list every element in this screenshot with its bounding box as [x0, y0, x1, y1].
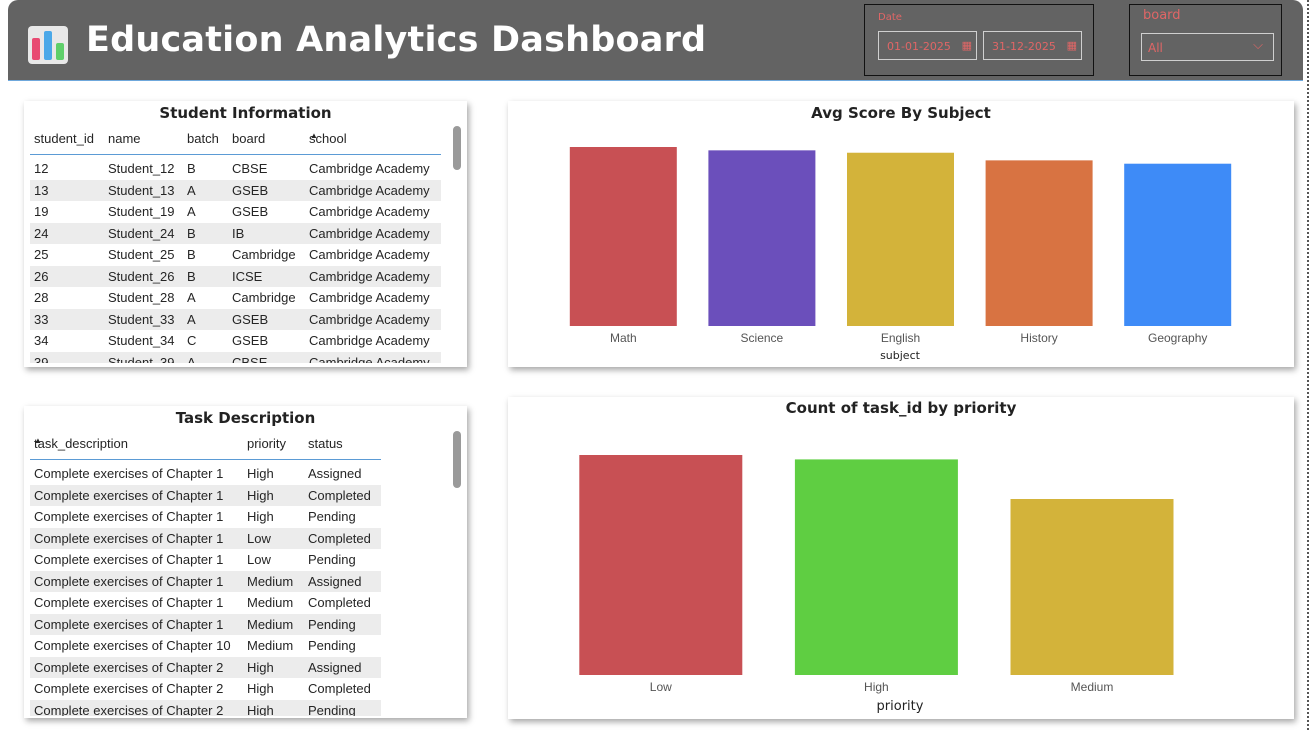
column-header-status[interactable]: status: [308, 436, 343, 451]
table-row[interactable]: Complete exercises of Chapter 1 Low Comp…: [30, 527, 381, 549]
board-selected-value: All: [1148, 41, 1163, 55]
student-table: student_id name batch board school ▲ 12 …: [30, 125, 441, 363]
x-tick-label: Geography: [1148, 331, 1208, 345]
table-row[interactable]: 33 Student_33 A GSEB Cambridge Academy: [30, 308, 441, 330]
bar-medium[interactable]: [1010, 499, 1174, 675]
student-information-card: Student Information student_id name batc…: [24, 101, 467, 367]
table-row[interactable]: 12 Student_12 B CBSE Cambridge Academy: [30, 158, 441, 180]
table-row[interactable]: 28 Student_28 A Cambridge Cambridge Acad…: [30, 287, 441, 309]
bar-science[interactable]: [708, 150, 816, 326]
table-row[interactable]: Complete exercises of Chapter 1 High Com…: [30, 484, 381, 506]
count-by-priority-chart: Count of task_id by priority Low High Medi…: [508, 397, 1294, 719]
priority-bars: [579, 455, 1174, 675]
board-slicer-label: board: [1143, 8, 1181, 23]
table-row[interactable]: Complete exercises of Chapter 1 Medium C…: [30, 592, 381, 614]
chevron-down-icon[interactable]: ⌵: [1253, 38, 1263, 53]
column-header-board[interactable]: board: [232, 131, 265, 146]
table-row[interactable]: Complete exercises of Chapter 1 High Pen…: [30, 506, 381, 528]
board-dropdown[interactable]: All ⌵: [1141, 33, 1274, 61]
table-header: student_id name batch board school ▲: [30, 125, 441, 155]
table-row[interactable]: Complete exercises of Chapter 1 High Ass…: [30, 463, 381, 485]
table-row[interactable]: Complete exercises of Chapter 10 Medium …: [30, 635, 381, 657]
start-date-value: 01-01-2025: [887, 40, 951, 53]
x-axis-title: subject: [880, 349, 920, 362]
table-row[interactable]: Complete exercises of Chapter 1 Medium A…: [30, 570, 381, 592]
avg-score-by-subject-chart: Avg Score By Subject Math Science English H…: [508, 101, 1294, 367]
vertical-scrollbar[interactable]: [453, 126, 461, 170]
bar-english[interactable]: [847, 152, 954, 326]
student-table-body: 12 Student_12 B CBSE Cambridge Academy 1…: [30, 158, 441, 363]
task-description-card: Task Description task_description ▲ prio…: [24, 406, 467, 718]
date-slicer-label: Date: [878, 12, 902, 23]
task-table-title: Task Description: [175, 409, 316, 427]
x-tick-label: Medium: [1070, 680, 1114, 694]
column-header-priority[interactable]: priority: [247, 436, 286, 451]
x-tick-label: English: [880, 331, 921, 345]
date-slicer[interactable]: Date 01-01-2025 ▦ 31-12-2025 ▦: [864, 4, 1094, 76]
avg-score-bars: [569, 147, 1232, 326]
end-date-value: 31-12-2025: [992, 40, 1056, 53]
task-table: task_description ▲ priority status Compl…: [30, 430, 381, 716]
student-table-title: Student Information: [159, 104, 332, 122]
bar-low[interactable]: [579, 455, 743, 675]
page-edge-border: [1307, 0, 1309, 732]
table-row[interactable]: Complete exercises of Chapter 1 Medium P…: [30, 613, 381, 635]
x-tick-label: History: [1020, 331, 1058, 345]
start-date-input[interactable]: 01-01-2025 ▦: [878, 31, 977, 60]
table-row[interactable]: 39 Student_39 A CBSE Cambridge Academy: [30, 351, 441, 363]
column-header-name[interactable]: name: [108, 131, 141, 146]
x-tick-label: Math: [609, 331, 637, 345]
table-row[interactable]: 34 Student_34 C GSEB Cambridge Academy: [30, 330, 441, 352]
bar-history[interactable]: [985, 160, 1093, 326]
table-row[interactable]: 19 Student_19 A GSEB Cambridge Academy: [30, 201, 441, 223]
table-header: task_description ▲ priority status: [30, 430, 381, 460]
sort-ascending-icon[interactable]: ▲: [34, 436, 42, 445]
table-row[interactable]: Complete exercises of Chapter 1 Low Pend…: [30, 549, 381, 571]
bar-chart-icon: [28, 26, 68, 64]
end-date-input[interactable]: 31-12-2025 ▦: [983, 31, 1082, 60]
bar-geography[interactable]: [1124, 163, 1232, 326]
table-row[interactable]: Complete exercises of Chapter 2 High Ass…: [30, 656, 381, 678]
calendar-icon[interactable]: ▦: [1067, 39, 1077, 52]
table-row[interactable]: 13 Student_13 A GSEB Cambridge Academy: [30, 179, 441, 201]
table-row[interactable]: Complete exercises of Chapter 2 High Com…: [30, 678, 381, 700]
dashboard-header: Education Analytics Dashboard Date 01-01…: [8, 0, 1303, 81]
board-slicer[interactable]: board All ⌵: [1129, 4, 1282, 76]
sort-ascending-icon[interactable]: ▲: [310, 131, 318, 140]
bar-high[interactable]: [794, 459, 958, 675]
vertical-scrollbar[interactable]: [453, 431, 461, 488]
column-header-batch[interactable]: batch: [187, 131, 219, 146]
task-table-body: Complete exercises of Chapter 1 High Ass…: [30, 463, 381, 716]
x-tick-label: Low: [649, 680, 672, 694]
x-tick-label: Science: [740, 331, 784, 345]
calendar-icon[interactable]: ▦: [962, 39, 972, 52]
bar-math[interactable]: [569, 147, 677, 326]
x-tick-label: High: [864, 680, 889, 694]
x-axis-title: priority: [876, 699, 924, 714]
page-title: Education Analytics Dashboard: [86, 20, 707, 60]
table-row[interactable]: 26 Student_26 B ICSE Cambridge Academy: [30, 265, 441, 287]
table-row[interactable]: 24 Student_24 B IB Cambridge Academy: [30, 222, 441, 244]
column-header-student-id[interactable]: student_id: [34, 131, 94, 146]
table-row[interactable]: 25 Student_25 B Cambridge Cambridge Acad…: [30, 244, 441, 266]
column-header-task-description[interactable]: task_description: [34, 436, 128, 451]
table-row[interactable]: Complete exercises of Chapter 2 High Pen…: [30, 699, 381, 716]
